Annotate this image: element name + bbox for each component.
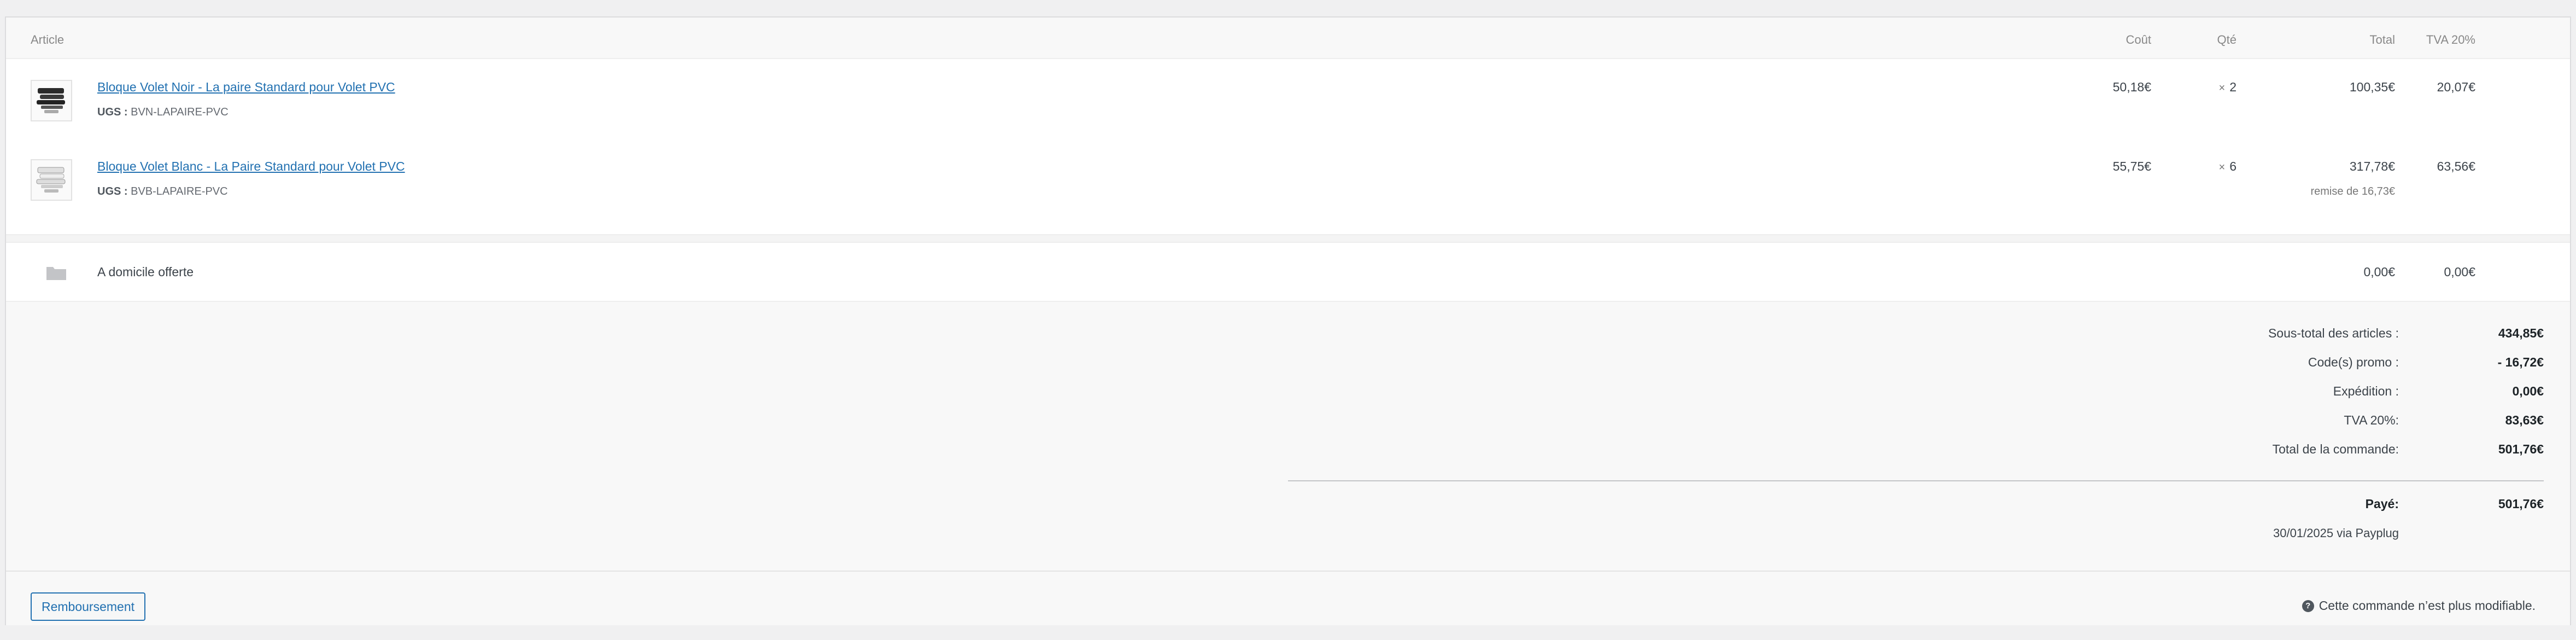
paid-row: Payé: 501,76€ [6, 497, 2570, 519]
item-qty: × 2 [2219, 80, 2237, 95]
column-header-tax[interactable]: TVA 20% [2426, 33, 2475, 47]
item-tax: 20,07€ [2437, 80, 2475, 94]
promo-label: Code(s) promo : [2308, 355, 2399, 369]
order-items-panel: Article Coût Qté Total TVA 20% Bloque Vo… [5, 16, 2571, 625]
product-link[interactable]: Bloque Volet Blanc - La Paire Standard p… [97, 159, 405, 174]
payment-meta: 30/01/2025 via Payplug [2273, 526, 2399, 540]
tax-value: 83,63€ [2505, 413, 2544, 427]
column-header-article[interactable]: Article [31, 33, 64, 47]
promo-value: - 16,72€ [2497, 355, 2544, 369]
product-thumbnail-black-icon [31, 80, 72, 121]
item-cost: 50,18€ [2112, 80, 2151, 94]
shipping-total-label: Expédition : [2333, 384, 2399, 398]
payment-meta-row: 30/01/2025 via Payplug [6, 526, 2570, 548]
totals-divider [1288, 480, 2544, 481]
table-row: Bloque Volet Noir - La paire Standard po… [6, 59, 2570, 138]
shipping-total: 0,00€ [2363, 265, 2395, 279]
shipping-method-name: A domicile offerte [97, 265, 194, 279]
shipping-icon [45, 264, 67, 284]
table-row: Bloque Volet Blanc - La Paire Standard p… [6, 138, 2570, 218]
qty-value: 2 [2229, 80, 2237, 94]
product-sku: UGS : BVB-LAPAIRE-PVC [97, 185, 228, 198]
product-sku: UGS : BVN-LAPAIRE-PVC [97, 106, 229, 119]
items-table-header: Article Coût Qté Total TVA 20% [6, 18, 2570, 59]
item-total: 100,35€ [2349, 80, 2395, 94]
tax-label: TVA 20%: [2344, 413, 2399, 427]
order-total-label: Total de la commande: [2272, 442, 2399, 456]
shipping-row: A domicile offerte 0,00€ 0,00€ [6, 243, 2570, 302]
promo-row: Code(s) promo : - 16,72€ [6, 355, 2570, 377]
item-qty: × 6 [2219, 159, 2237, 174]
tax-row: TVA 20%: 83,63€ [6, 413, 2570, 435]
line-items: Bloque Volet Noir - La paire Standard po… [6, 59, 2570, 234]
order-total-value: 501,76€ [2498, 442, 2544, 456]
order-totals: Sous-total des articles : 434,85€ Code(s… [6, 302, 2570, 570]
notice-text: Cette commande n’est plus modifiable. [2319, 598, 2536, 613]
column-header-total[interactable]: Total [2370, 33, 2395, 47]
sku-label: UGS : [97, 106, 128, 118]
shipping-total-row: Expédition : 0,00€ [6, 384, 2570, 406]
help-icon[interactable]: ? [2302, 600, 2314, 612]
item-tax: 63,56€ [2437, 159, 2475, 173]
paid-label: Payé: [2365, 497, 2399, 511]
subtotal-value: 434,85€ [2498, 326, 2544, 340]
product-link[interactable]: Bloque Volet Noir - La paire Standard po… [97, 80, 395, 95]
subtotal-label: Sous-total des articles : [2268, 326, 2399, 340]
column-header-cost[interactable]: Coût [2126, 33, 2151, 47]
order-total-row: Total de la commande: 501,76€ [6, 442, 2570, 464]
product-thumbnail-white-icon [31, 159, 72, 201]
qty-value: 6 [2229, 159, 2237, 173]
shipping-tax: 0,00€ [2444, 265, 2475, 279]
refund-button[interactable]: Remboursement [31, 592, 146, 621]
sku-value: BVB-LAPAIRE-PVC [131, 185, 228, 197]
item-total: 317,78€ [2349, 159, 2395, 173]
item-cost: 55,75€ [2112, 159, 2151, 173]
sku-value: BVN-LAPAIRE-PVC [131, 106, 229, 118]
qty-times-sign: × [2218, 82, 2226, 94]
subtotal-row: Sous-total des articles : 434,85€ [6, 326, 2570, 348]
paid-value: 501,76€ [2498, 497, 2544, 511]
order-actions: Remboursement ? Cette commande n’est plu… [6, 571, 2570, 625]
item-discount: remise de 16,73€ [2310, 185, 2395, 197]
not-editable-notice: ? Cette commande n’est plus modifiable. [2302, 598, 2536, 613]
sku-label: UGS : [97, 185, 128, 197]
qty-times-sign: × [2218, 161, 2226, 173]
section-divider [6, 234, 2570, 243]
column-header-qty[interactable]: Qté [2217, 33, 2237, 47]
shipping-total-value: 0,00€ [2512, 384, 2544, 398]
